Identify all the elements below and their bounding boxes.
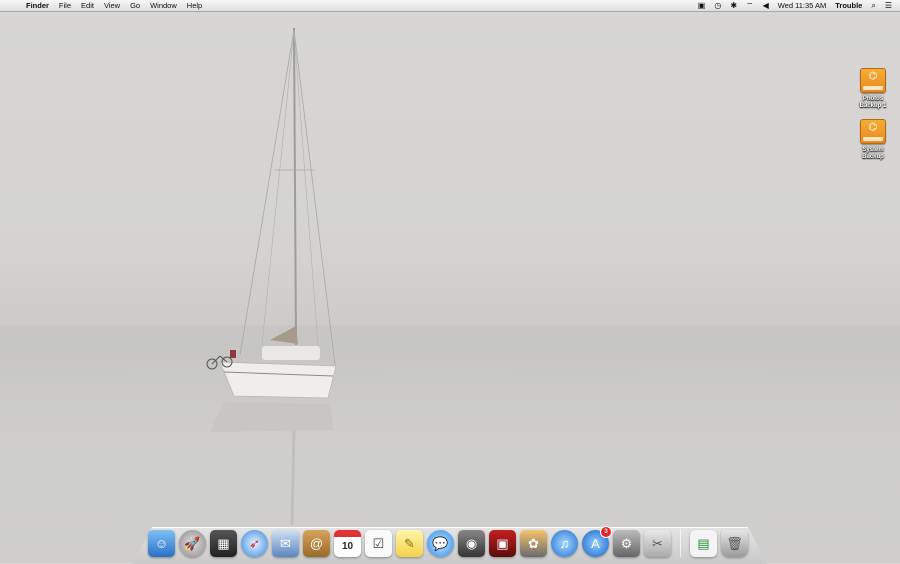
drive-label-line2: Backup [862,154,884,160]
trash-icon[interactable]: 🗑 [721,530,748,557]
dock: ☺ 🚀 ▦ ➶ ✉ @ 10 ☑ ✎ 💬 ◉ ▣ ✿ ♫ A 3 ⚙ ✂ ▤ 🗑 [148,523,748,557]
mail-icon[interactable]: ✉ [272,530,299,557]
app-store-badge: 3 [600,526,612,538]
drive-label-line1: System [862,147,884,153]
app-store-icon[interactable]: A 3 [582,526,612,557]
drive-icon-system-backup[interactable]: ⌬ System Backup [853,119,893,161]
iphoto-icon[interactable]: ✿ [520,530,547,557]
notes-icon[interactable]: ✎ [396,530,423,557]
launchpad-icon[interactable]: 🚀 [179,530,206,557]
itunes-icon[interactable]: ♫ [551,530,578,557]
utilities-icon[interactable]: ✂ [644,530,671,557]
drive-label-line1: Photos [862,96,884,102]
dock-separator [680,529,681,557]
messages-icon[interactable]: 💬 [427,530,454,557]
facetime-icon[interactable]: ◉ [458,530,485,557]
drive-label-line2: Backup 1 [859,103,887,109]
calendar-day: 10 [341,541,354,552]
reminders-icon[interactable]: ☑ [365,530,392,557]
system-preferences-icon[interactable]: ⚙ [613,530,640,557]
firewire-drive-icon: ⌬ [860,68,886,93]
document-stack-icon[interactable]: ▤ [690,530,717,557]
firewire-drive-icon: ⌬ [860,119,886,144]
photo-booth-icon[interactable]: ▣ [489,530,516,557]
drive-icon-photos-backup[interactable]: ⌬ Photos Backup 1 [853,68,893,110]
mission-control-icon[interactable]: ▦ [210,530,237,557]
sailboat-illustration [206,27,337,526]
finder-icon[interactable]: ☺ [148,530,175,557]
safari-icon[interactable]: ➶ [241,530,268,557]
calendar-icon[interactable]: 10 [334,530,361,557]
contacts-icon[interactable]: @ [303,530,330,557]
